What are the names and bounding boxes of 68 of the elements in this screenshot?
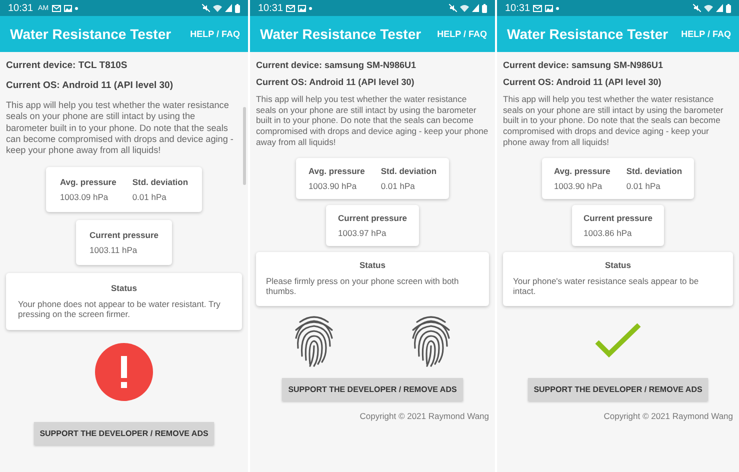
scrollbar[interactable]	[243, 107, 246, 185]
clock-time: 10:31	[258, 2, 284, 14]
battery-icon	[235, 4, 240, 12]
stat-label: Std. deviation	[626, 166, 682, 176]
app-title: Water Resistance Tester	[507, 26, 668, 42]
os-label: Current OS: Android 11 (API level 30)	[256, 77, 416, 87]
status-message: Your phone does not appear to be water resistant. Try pressing on the screen firmer.	[18, 298, 222, 320]
app-title: Water Resistance Tester	[10, 26, 172, 42]
stat-label: Current pressure	[338, 212, 407, 223]
copyright-text: Copyright © 2021 Raymond Wang	[604, 410, 733, 421]
alert-icon	[95, 343, 153, 402]
stat-label: Current pressure	[90, 230, 158, 240]
stat-value: 1003.11 hPa	[90, 244, 138, 255]
status-title: Status	[604, 260, 632, 270]
clock-time: 10:31	[8, 2, 34, 14]
mail-icon	[533, 4, 542, 12]
stat-value: 1003.86 hPa	[584, 228, 633, 238]
os-label: Current OS: Android 11 (API level 30)	[503, 77, 662, 87]
status-title: Status	[358, 260, 386, 270]
device-label: Current device: TCL T810S	[6, 60, 128, 71]
os-label: Current OS: Android 11 (API level 30)	[6, 80, 174, 91]
stat-value: 1003.90 hPa	[308, 180, 358, 191]
intro-paragraph: This app will help you test whether the water resistance seals on your phone are still intact by using the barometer built in to your phone. Do note that the seals can become compromised with drops and device aging - keep your phone away from all liquids!	[503, 94, 724, 148]
support-developer-button[interactable]: SUPPORT THE DEVELOPER / REMOVE ADS	[282, 378, 463, 401]
battery-icon	[726, 4, 731, 12]
stat-label: Std. deviation	[132, 176, 188, 187]
wifi-icon	[460, 4, 469, 12]
intro-paragraph: This app will help you test whether the water resistance seals on your phone are still intact by using the barometer built in to your phone. Do note that the seals can become compromised with drops and device aging - keep your phone away from all liquids!	[256, 94, 489, 148]
notification-dot-icon	[309, 6, 312, 10]
battery-icon	[482, 4, 487, 12]
stat-value: 1003.97 hPa	[338, 228, 388, 238]
status-message: Please firmly press on your phone screen with both thumbs.	[266, 276, 460, 297]
mail-icon	[286, 4, 296, 12]
image-icon	[298, 4, 306, 12]
signal-icon	[225, 4, 232, 12]
status-title: Status	[110, 282, 138, 293]
image-icon	[64, 4, 72, 12]
checkmark-icon	[595, 322, 641, 358]
stat-value: 1003.09 hPa	[60, 192, 110, 202]
image-icon	[545, 4, 554, 12]
mute-icon	[202, 4, 210, 12]
stat-label: Current pressure	[584, 212, 652, 223]
device-label: Current device: samsung SM-N986U1	[256, 60, 418, 70]
status-message: Your phone's water resistance seals appear to be intact.	[513, 276, 700, 297]
stat-label: Avg. pressure	[60, 176, 116, 187]
device-label: Current device: samsung SM-N986U1	[503, 60, 664, 70]
signal-icon	[472, 4, 479, 12]
support-developer-button[interactable]: SUPPORT THE DEVELOPER / REMOVE ADS	[34, 422, 214, 446]
stat-label: Avg. pressure	[554, 166, 610, 176]
mute-icon	[449, 4, 457, 12]
mail-icon	[52, 4, 61, 12]
stat-label: Std. deviation	[380, 166, 437, 176]
support-developer-button[interactable]: SUPPORT THE DEVELOPER / REMOVE ADS	[528, 378, 708, 401]
app-title: Water Resistance Tester	[260, 26, 422, 42]
stat-value: 1003.90 hPa	[554, 180, 604, 191]
copyright-text: Copyright © 2021 Raymond Wang	[360, 410, 489, 421]
clock-time: 10:31	[505, 2, 530, 14]
notification-dot-icon	[74, 6, 78, 10]
stat-value: 0.01 hPa	[132, 192, 168, 202]
wifi-icon	[704, 4, 713, 12]
stat-value: 0.01 hPa	[626, 180, 662, 191]
stat-value: 0.01 hPa	[380, 180, 416, 191]
notification-dot-icon	[556, 6, 560, 10]
signal-icon	[716, 4, 723, 12]
stat-label: Avg. pressure	[308, 166, 365, 176]
intro-paragraph: This app will help you test whether the water resistance seals on your phone are still intact by using the barometer built in to your phone. Do note that the seals can become compromised with drops and device aging - keep your phone away from all liquids!	[6, 100, 234, 157]
mute-icon	[693, 4, 701, 12]
wifi-icon	[213, 4, 222, 12]
